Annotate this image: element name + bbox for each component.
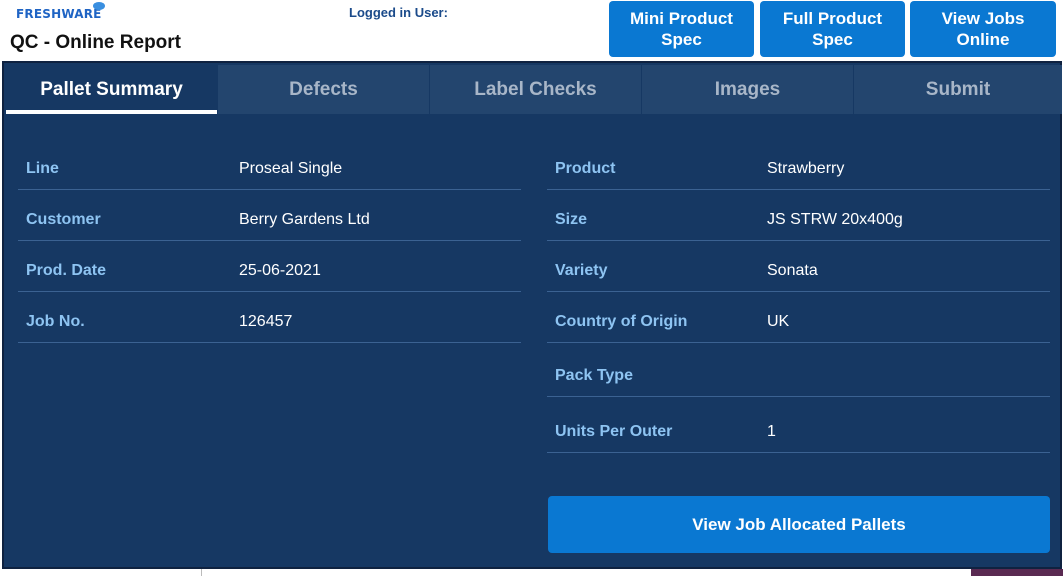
background-thumbnail (971, 569, 1063, 576)
logo-badge-icon (93, 2, 105, 10)
field-label: Prod. Date (26, 262, 107, 279)
field-value: Proseal Single (239, 160, 343, 177)
field-value: Sonata (767, 262, 818, 279)
full-product-spec-button[interactable]: Full Product Spec (760, 1, 905, 57)
background-divider (201, 569, 202, 576)
field-value: Strawberry (767, 160, 845, 177)
field-customer: Customer Berry Gardens Ltd (18, 191, 521, 241)
field-value: UK (767, 313, 790, 330)
field-label: Product (555, 160, 616, 177)
field-line: Line Proseal Single (18, 140, 521, 190)
field-value: Berry Gardens Ltd (239, 211, 370, 228)
field-job-no: Job No. 126457 (18, 293, 521, 343)
app-header: FRESHWARE QC - Online Report Logged in U… (0, 0, 1063, 61)
tab-defects[interactable]: Defects (218, 65, 429, 114)
field-label: Variety (555, 262, 608, 279)
field-value: 25-06-2021 (239, 262, 321, 279)
field-label: Customer (26, 211, 101, 228)
mini-product-spec-button[interactable]: Mini Product Spec (609, 1, 754, 57)
field-prod-date: Prod. Date 25-06-2021 (18, 242, 521, 292)
field-size: Size JS STRW 20x400g (547, 191, 1050, 241)
view-job-allocated-pallets-button[interactable]: View Job Allocated Pallets (548, 496, 1050, 553)
tab-pallet-summary[interactable]: Pallet Summary (6, 65, 217, 114)
field-value: JS STRW 20x400g (767, 211, 903, 228)
page-title: QC - Online Report (10, 32, 181, 53)
tab-bar: Pallet Summary Defects Label Checks Imag… (6, 65, 1062, 114)
field-country-of-origin: Country of Origin UK (547, 293, 1050, 343)
field-product: Product Strawberry (547, 140, 1050, 190)
logged-in-user-label: Logged in User: (349, 5, 448, 20)
tab-label-checks[interactable]: Label Checks (430, 65, 641, 114)
field-variety: Variety Sonata (547, 242, 1050, 292)
tab-submit[interactable]: Submit (854, 65, 1062, 114)
field-label: Units Per Outer (555, 423, 673, 440)
field-value: 126457 (239, 313, 293, 330)
view-jobs-online-button[interactable]: View Jobs Online (910, 1, 1056, 57)
field-label: Size (555, 211, 588, 228)
field-label: Job No. (26, 313, 85, 330)
freshware-logo: FRESHWARE (16, 7, 102, 21)
field-pack-type: Pack Type (547, 344, 1050, 397)
field-label: Pack Type (555, 367, 633, 384)
field-label: Country of Origin (555, 313, 688, 330)
tab-images[interactable]: Images (642, 65, 853, 114)
field-value: 1 (767, 423, 776, 440)
field-units-per-outer: Units Per Outer 1 (547, 397, 1050, 453)
report-panel: Pallet Summary Defects Label Checks Imag… (2, 61, 1062, 569)
background-strip (0, 569, 1063, 576)
field-label: Line (26, 160, 59, 177)
